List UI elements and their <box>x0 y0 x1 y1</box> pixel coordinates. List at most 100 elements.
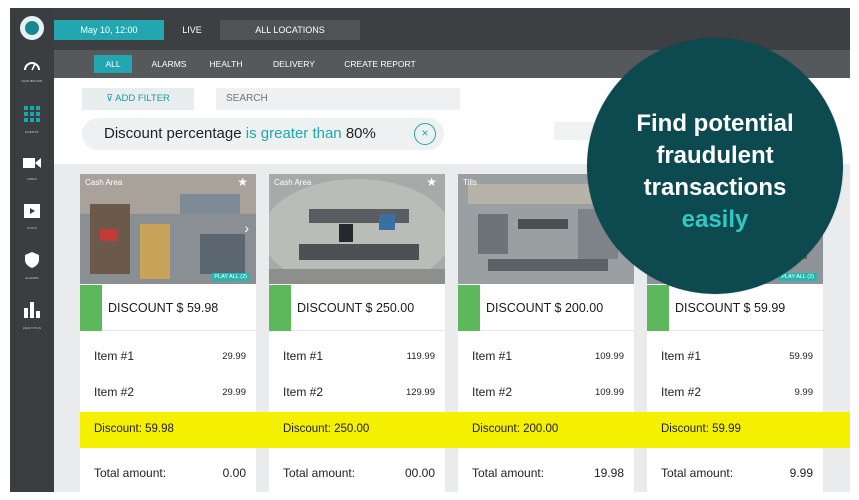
total-amount: 9.99 <box>789 466 813 480</box>
tab-health[interactable]: HEALTH <box>202 55 250 73</box>
total-row: Total amount: 19.98 <box>458 456 634 490</box>
star-icon[interactable]: ★ <box>237 175 248 189</box>
filter-icon: ⊽ <box>106 93 116 104</box>
status-bar <box>458 285 480 331</box>
sidebar-label: ALARMS <box>25 276 39 280</box>
play-all-button[interactable]: PLAY ALL (2) <box>778 273 817 281</box>
tab-create-report[interactable]: CREATE REPORT <box>338 55 422 73</box>
discount-row: Discount: 250.00 <box>269 412 445 448</box>
sidebar-label: EVENTS <box>25 130 39 134</box>
chip-value: 80% <box>345 125 376 142</box>
item-name: Item #2 <box>283 385 324 399</box>
promo-accent: easily <box>681 206 749 233</box>
transaction-card[interactable]: Cash Area ★ DISCOUNT $ 250.00 Item #1 119.99… <box>269 174 445 492</box>
promo-circle: Find potential fraudulent transactions e… <box>587 38 843 294</box>
item-row: Item #1 59.99 <box>647 339 823 373</box>
date-time-selector[interactable]: May 10, 12:00 <box>54 20 164 40</box>
item-name: Item #2 <box>661 385 702 399</box>
item-price: 29.99 <box>222 351 246 362</box>
grid-icon <box>10 106 54 127</box>
search-input[interactable] <box>216 88 460 110</box>
total-amount: 00.00 <box>404 466 435 480</box>
promo-line: transactions <box>643 174 787 201</box>
item-price: 129.99 <box>405 387 435 398</box>
add-filter-button[interactable]: ⊽ ADD FILTER <box>82 88 194 110</box>
promo-text: Find potential fraudulent transactions e… <box>587 108 843 236</box>
total-amount: 0.00 <box>222 466 246 480</box>
item-row: Item #1 119.99 <box>269 339 445 373</box>
shield-icon <box>10 252 54 273</box>
app-logo <box>20 16 44 40</box>
discount-line: Discount: 59.99 <box>661 423 741 435</box>
discount-header: DISCOUNT $ 250.00 <box>269 285 445 331</box>
discount-header-text: DISCOUNT $ 59.98 <box>108 301 219 315</box>
discount-header: DISCOUNT $ 200.00 <box>458 285 634 331</box>
item-row: Item #1 109.99 <box>458 339 634 373</box>
sidebar-item-dashboard[interactable]: DASHBOARD <box>10 58 54 83</box>
item-row: Item #2 29.99 <box>80 375 256 409</box>
total-label: Total amount: <box>94 466 167 480</box>
total-row: Total amount: 00.00 <box>269 456 445 490</box>
close-icon[interactable]: × <box>414 123 436 145</box>
discount-line: Discount: 250.00 <box>283 423 370 435</box>
tab-all[interactable]: ALL <box>94 55 132 73</box>
item-name: Item #1 <box>472 349 513 363</box>
live-button[interactable]: LIVE <box>168 20 216 40</box>
video-camera-icon <box>10 156 54 174</box>
sidebar-item-analytics[interactable]: ANALYTICS <box>10 302 54 330</box>
total-row: Total amount: 9.99 <box>647 456 823 490</box>
sidebar: DASHBOARD EVENTS VIDEO CLIPS ALARMS ANAL… <box>10 8 54 492</box>
status-bar <box>269 285 291 331</box>
sidebar-label: VIDEO <box>26 177 38 181</box>
item-price: 119.99 <box>406 351 435 362</box>
total-label: Total amount: <box>661 466 734 480</box>
sidebar-item-alarms[interactable]: ALARMS <box>10 252 54 280</box>
item-name: Item #1 <box>283 349 324 363</box>
discount-header-text: DISCOUNT $ 200.00 <box>486 301 604 315</box>
clips-icon <box>10 204 54 223</box>
item-name: Item #2 <box>472 385 513 399</box>
play-all-button[interactable]: PLAY ALL (2) <box>211 273 250 281</box>
discount-row: Discount: 59.99 <box>647 412 823 448</box>
item-row: Item #2 9.99 <box>647 375 823 409</box>
item-price: 29.99 <box>222 387 246 398</box>
sidebar-label: DASHBOARD <box>21 79 43 83</box>
sidebar-label: CLIPS <box>27 226 37 230</box>
discount-header: DISCOUNT $ 59.98 <box>80 285 256 331</box>
item-price: 109.99 <box>594 351 624 362</box>
item-name: Item #1 <box>661 349 702 363</box>
discount-header-text: DISCOUNT $ 250.00 <box>297 301 415 315</box>
location-selector[interactable]: ALL LOCATIONS <box>220 20 360 40</box>
item-row: Item #1 29.99 <box>80 339 256 373</box>
discount-row: Discount: 59.98 <box>80 412 256 448</box>
add-filter-label: ADD FILTER <box>115 93 170 104</box>
tab-alarms[interactable]: ALARMS <box>144 55 194 73</box>
camera-label: Cash Area <box>274 178 312 187</box>
discount-line: Discount: 59.98 <box>94 423 174 435</box>
discount-line: Discount: 200.00 <box>472 423 559 435</box>
item-row: Item #2 129.99 <box>269 375 445 409</box>
item-name: Item #2 <box>94 385 135 399</box>
item-price: 9.99 <box>794 387 814 398</box>
tab-delivery[interactable]: DELIVERY <box>266 55 322 73</box>
star-icon[interactable]: ★ <box>426 175 437 189</box>
transaction-card[interactable]: Cash Area ★ › PLAY ALL (2) DISCOUNT $ 59.98 I… <box>80 174 256 492</box>
camera-thumbnail[interactable]: Cash Area ★ <box>269 174 445 284</box>
promo-line: Find potential <box>636 110 794 137</box>
discount-row: Discount: 200.00 <box>458 412 634 448</box>
app-window: DASHBOARD EVENTS VIDEO CLIPS ALARMS ANAL… <box>10 8 850 492</box>
total-row: Total amount: 0.00 <box>80 456 256 490</box>
dashboard-icon <box>10 58 54 76</box>
item-price: 59.99 <box>789 351 813 362</box>
camera-label: Tills <box>463 178 477 187</box>
sidebar-item-clips[interactable]: CLIPS <box>10 204 54 230</box>
sidebar-item-events[interactable]: EVENTS <box>10 106 54 134</box>
item-price: 109.99 <box>594 387 624 398</box>
promo-line: fraudulent <box>656 142 774 169</box>
chevron-right-icon[interactable]: › <box>244 220 249 236</box>
bar-chart-icon <box>10 302 54 323</box>
total-label: Total amount: <box>283 466 356 480</box>
camera-thumbnail[interactable]: Cash Area ★ › PLAY ALL (2) <box>80 174 256 284</box>
sidebar-item-video[interactable]: VIDEO <box>10 156 54 181</box>
item-name: Item #1 <box>94 349 135 363</box>
